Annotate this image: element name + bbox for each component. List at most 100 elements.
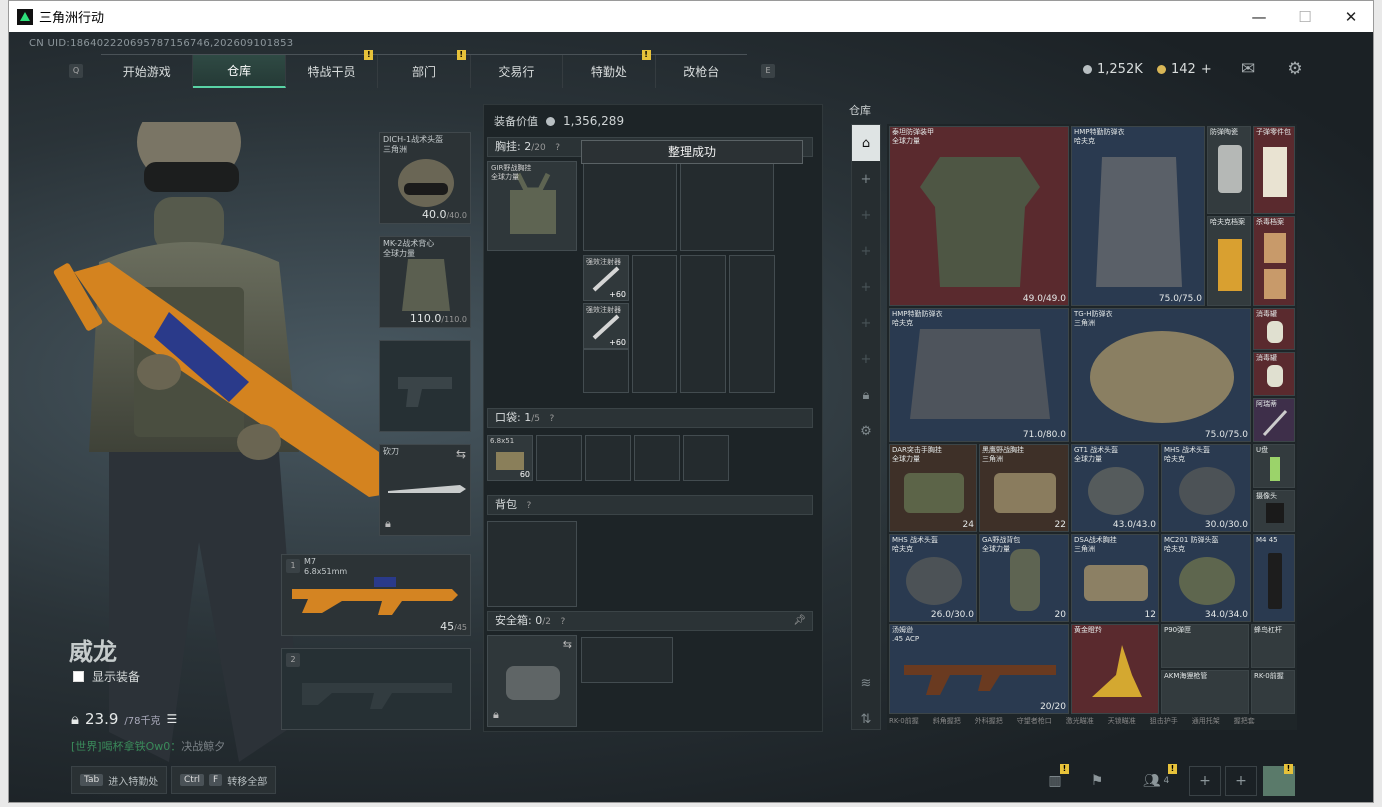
storage-item[interactable]: U盘 [1253,444,1295,488]
storage-item[interactable]: 汤姆逊 .45 ACP 20/20 [889,624,1069,714]
chest-rig-item[interactable]: GIR野战胸挂 全球力量 [487,161,577,251]
storage-item[interactable]: 杀毒档案 [1253,216,1295,306]
swap-icon[interactable]: ⇆ [456,447,466,461]
enter-special-ops-button[interactable]: Tab 进入特勤处 [71,766,168,794]
avatar[interactable]: ! [1263,764,1295,796]
storage-item[interactable]: M4 45 [1253,534,1295,622]
melee-slot[interactable]: 砍刀 ⇆ 🔒︎ [379,444,471,536]
pistol-slot[interactable] [379,340,471,432]
add-page-icon[interactable]: + [852,161,880,197]
storage-item[interactable]: 蜂鸟杠杆 [1251,624,1295,668]
storage-home-icon[interactable]: ⌂ [852,125,880,161]
show-equipment-toggle[interactable]: 显示装备 [73,668,140,685]
storage-item[interactable]: MHS 战术头盔 哈夫克 26.0/30.0 [889,534,977,622]
tab-department[interactable]: 部门! [378,50,471,88]
storage-item[interactable]: HMP特勤防弹衣 哈夫克 75.0/75.0 [1071,126,1205,306]
injector-item[interactable]: 强效注射器 +60 [583,303,629,349]
storage-item[interactable]: P90弹匣 [1161,624,1249,668]
swap-icon[interactable]: ⇆ [563,638,572,651]
tab-warehouse[interactable]: 仓库 [193,55,286,88]
storage-item[interactable]: 黄金瞪羚 [1071,624,1159,714]
safe-box-item[interactable]: ⇆ 🔒︎ [487,635,577,727]
item-capacity: 20 [1054,610,1066,620]
storage-item[interactable]: 黑鹰野战胸挂 三角洲 22 [979,444,1069,532]
ammo-item[interactable]: 6.8x51 60 [487,435,533,481]
add-page-icon[interactable]: + [852,233,880,269]
storage-item[interactable]: DSA战术胸挂 三角洲 12 [1071,534,1159,622]
close-button[interactable]: ✕ [1328,1,1373,32]
pocket-cell[interactable] [634,435,680,481]
help-icon[interactable]: ? [560,617,565,627]
help-icon[interactable]: ? [549,414,554,424]
tab-market[interactable]: 交易行 [471,55,564,88]
storage-item[interactable]: 哈夫克档案 [1207,216,1251,306]
storage-item[interactable]: 摄像头 [1253,490,1295,532]
lock-icon[interactable]: 🔒︎ [852,377,880,413]
transfer-all-button[interactable]: Ctrl F 转移全部 [171,766,277,794]
storage-item[interactable]: DAR突击手胸挂 全球力量 24 [889,444,977,532]
helmet-dur-max: /40.0 [446,211,467,220]
pin-icon[interactable]: 📌︎ [793,612,806,630]
flag-icon[interactable]: ⚑ [1081,766,1113,796]
storage-item[interactable]: GA野战背包 全球力量 20 [979,534,1069,622]
storage-item[interactable]: 消毒罐 [1253,308,1295,350]
sort-icon[interactable]: ⇅ [852,701,880,737]
safe-box-cell[interactable] [581,637,673,683]
backpack-slot[interactable] [487,521,577,607]
storage-item[interactable]: HMP特勤防弹衣 哈夫克 71.0/80.0 [889,308,1069,442]
item-label: 斜角握把 [932,717,961,725]
add-gold-button[interactable]: + [1201,62,1212,77]
add-friend-slot[interactable]: + [1225,766,1257,796]
tab-operators[interactable]: 特战干员! [286,50,379,88]
friends-button[interactable]: 👥︎ 4! [1133,764,1179,796]
primary-weapon-slot[interactable]: M7 6.8x51mm 1 45/45 [281,554,471,636]
gear-icon[interactable]: ⚙ [1284,59,1306,79]
storage-item[interactable]: TG-H防弹衣 三角洲 75.0/75.0 [1071,308,1251,442]
add-page-icon[interactable]: + [852,269,880,305]
list-icon[interactable]: ☰ [166,712,177,726]
injector-item[interactable]: 强效注射器 +60 [583,255,629,301]
storage-item[interactable]: 防弹陶瓷 [1207,126,1251,214]
pocket-cell[interactable] [585,435,631,481]
storage-item[interactable]: GT1 战术头盔 全球力量 43.0/43.0 [1071,444,1159,532]
add-friend-slot[interactable]: + [1189,766,1221,796]
add-page-icon[interactable]: + [852,341,880,377]
storage-item[interactable]: RK-0前握 [1251,670,1295,714]
chest-grid-cell[interactable] [632,255,677,393]
secondary-weapon-slot[interactable]: 2 [281,648,471,730]
gear-icon[interactable]: ⚙ [852,413,880,449]
gold-currency[interactable]: 142 + [1157,62,1212,77]
storage-item[interactable]: 泰坦防弹装甲 全球力量 49.0/49.0 [889,126,1069,306]
storage-item[interactable]: 子弹零件包 [1253,126,1295,214]
tab-start-game[interactable]: 开始游戏 [101,55,194,88]
add-page-icon[interactable]: + [852,305,880,341]
storage-item[interactable]: 消毒罐 [1253,352,1295,396]
item-name: 黄金瞪羚 [1074,626,1102,634]
storage-item[interactable]: MC201 防弹头盔 哈夫克 34.0/34.0 [1161,534,1251,622]
help-icon[interactable]: ? [527,501,532,511]
storage-item[interactable]: 阿瑞蒂 [1253,398,1295,442]
helmet-slot[interactable]: DICH-1战术头盔 三角洲 40.0/40.0 [379,132,471,224]
notification-badge: ! [1284,764,1293,774]
stats-icon[interactable]: ▥! [1039,764,1071,796]
help-icon[interactable]: ? [555,143,560,153]
add-page-icon[interactable]: + [852,197,880,233]
maximize-button[interactable]: ☐ [1282,1,1328,32]
storage-item[interactable]: AKM海狸枪管 [1161,670,1249,714]
pocket-cell[interactable] [536,435,582,481]
chest-grid-cell[interactable] [680,255,726,393]
chest-grid-cell[interactable] [583,349,629,393]
chat-line[interactable]: [世界]喝杯拿铁Ow0：决战鲸夕 [71,738,225,754]
chest-grid-cell[interactable] [680,163,774,251]
minimize-button[interactable]: — [1236,1,1282,32]
armor-slot[interactable]: MK-2战术背心 全球力量 110.0/110.0 [379,236,471,328]
tab-special-ops[interactable]: 特勤处! [563,50,656,88]
chest-grid-cell[interactable] [583,163,677,251]
storage-item[interactable]: MHS 战术头盔 哈夫克 30.0/30.0 [1161,444,1251,532]
show-equipment-checkbox[interactable] [73,671,84,682]
mail-icon[interactable]: ✉ [1237,59,1259,79]
tab-gunsmith[interactable]: 改枪台 [656,55,747,88]
chest-grid-cell[interactable] [729,255,775,393]
layers-icon[interactable]: ≋ [852,665,880,701]
pocket-cell[interactable] [683,435,729,481]
